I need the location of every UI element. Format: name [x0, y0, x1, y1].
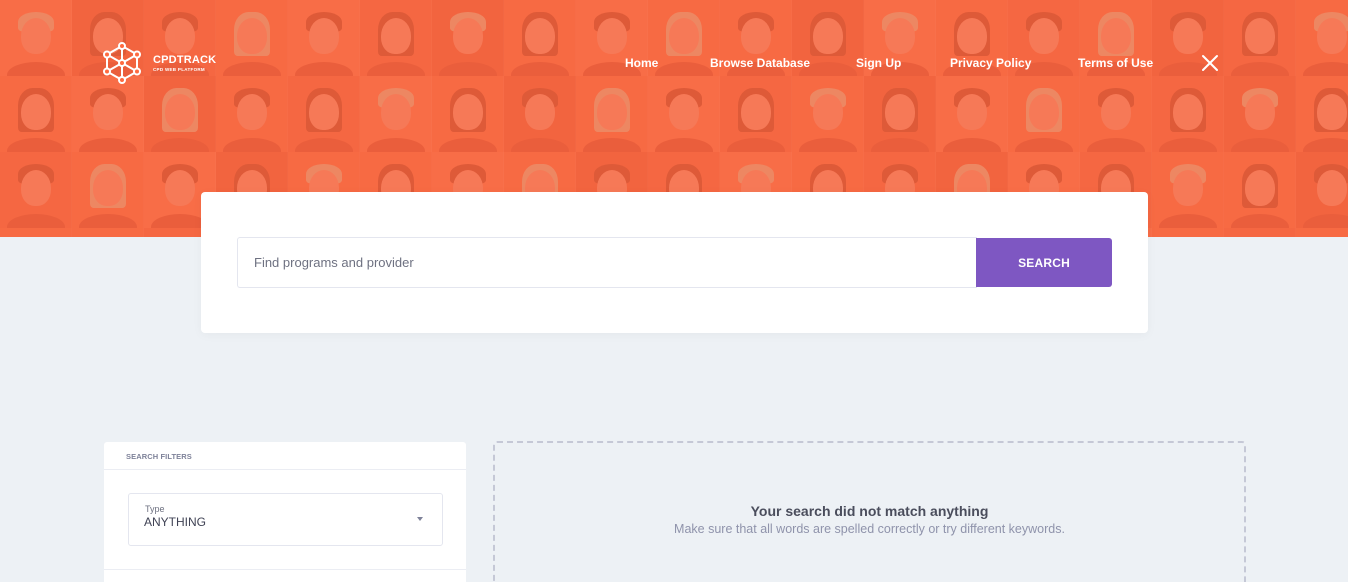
portrait-tile: [1152, 152, 1224, 228]
portrait-tile: [1296, 152, 1348, 228]
portrait-tile: [360, 0, 432, 76]
brand-logo[interactable]: CPDTRACK CPD WEB PLATFORM: [101, 42, 216, 84]
nav-browse-database[interactable]: Browse Database: [710, 56, 810, 70]
brand-text: CPDTRACK CPD WEB PLATFORM: [153, 54, 216, 72]
portrait-tile: [504, 76, 576, 152]
portrait-tile: [216, 76, 288, 152]
portrait-tile: [648, 76, 720, 152]
portrait-tile: [1008, 76, 1080, 152]
portrait-tile: [0, 76, 72, 152]
search-button[interactable]: SEARCH: [976, 238, 1112, 287]
search-card: SEARCH: [201, 192, 1148, 333]
portrait-tile: [1224, 76, 1296, 152]
empty-results-title: Your search did not match anything: [750, 503, 989, 519]
portrait-tile: [1224, 0, 1296, 76]
portrait-tile: [288, 0, 360, 76]
brand-tagline: CPD WEB PLATFORM: [153, 67, 205, 72]
portrait-tile: [1152, 76, 1224, 152]
empty-results-panel: Your search did not match anything Make …: [493, 441, 1246, 582]
portrait-tile: [360, 76, 432, 152]
portrait-tile: [1224, 152, 1296, 228]
nav-home[interactable]: Home: [625, 56, 658, 70]
portrait-tile: [792, 76, 864, 152]
portrait-tile: [72, 228, 144, 237]
type-select[interactable]: Type ANYTHING: [128, 493, 443, 546]
search-filters-panel: SEARCH FILTERS Type ANYTHING: [104, 442, 466, 582]
search-input[interactable]: [237, 237, 977, 288]
portrait-tile: [0, 152, 72, 228]
portrait-tile: [720, 76, 792, 152]
portrait-tile: [288, 76, 360, 152]
portrait-tile: [576, 76, 648, 152]
type-select-value: ANYTHING: [144, 515, 207, 529]
portrait-tile: [1296, 228, 1348, 237]
nav-terms-of-use[interactable]: Terms of Use: [1078, 56, 1153, 70]
portrait-tile: [1296, 76, 1348, 152]
nav-sign-up[interactable]: Sign Up: [856, 56, 901, 70]
portrait-tile: [504, 0, 576, 76]
search-filters-header: SEARCH FILTERS: [104, 442, 466, 470]
portrait-tile: [144, 76, 216, 152]
portrait-tile: [216, 0, 288, 76]
brand-name: CPDTRACK: [153, 54, 217, 66]
portrait-tile: [0, 228, 72, 237]
caret-down-icon: [417, 517, 423, 521]
portrait-tile: [72, 152, 144, 228]
filters-divider: [104, 569, 466, 570]
empty-results-message: Make sure that all words are spelled cor…: [674, 522, 1065, 536]
portrait-tile: [1224, 228, 1296, 237]
type-select-label: Type: [145, 504, 165, 514]
portrait-tile: [864, 76, 936, 152]
portrait-tile: [432, 0, 504, 76]
portrait-tile: [432, 76, 504, 152]
portrait-tile: [72, 76, 144, 152]
portrait-tile: [936, 76, 1008, 152]
portrait-tile: [1296, 0, 1348, 76]
close-icon[interactable]: [1201, 54, 1219, 72]
nav-privacy-policy[interactable]: Privacy Policy: [950, 56, 1031, 70]
portrait-tile: [1152, 228, 1224, 237]
portrait-tile: [1080, 76, 1152, 152]
network-cube-icon: [103, 42, 141, 84]
portrait-tile: [0, 0, 72, 76]
